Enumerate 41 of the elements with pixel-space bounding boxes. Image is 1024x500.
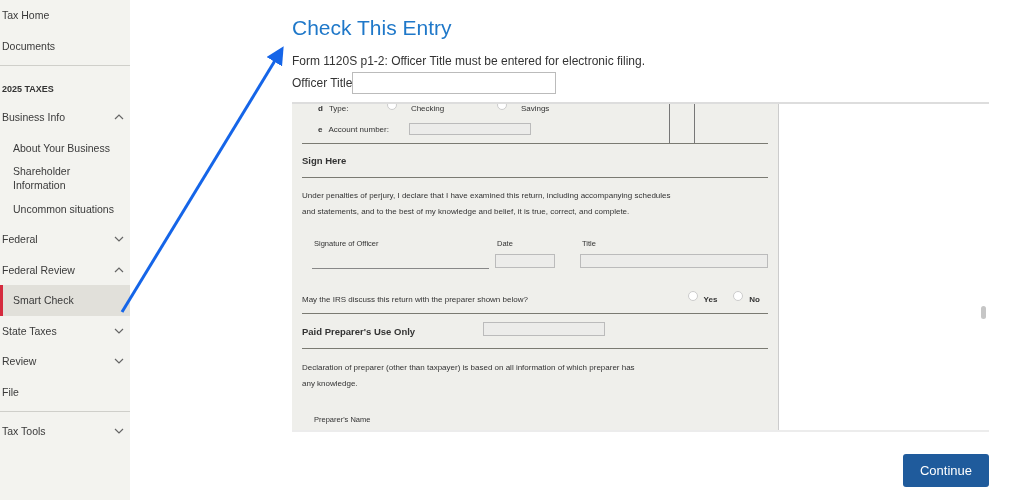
sidebar-group[interactable]: Federal — [0, 224, 130, 255]
continue-button[interactable]: Continue — [903, 454, 989, 487]
sidebar-group[interactable]: Business Info — [0, 102, 130, 133]
form-field[interactable] — [495, 254, 555, 268]
sidebar-group[interactable]: State Taxes — [0, 315, 130, 346]
sidebar-item[interactable]: Tax Home — [0, 0, 130, 31]
account-number-field[interactable] — [409, 123, 532, 135]
declaration-text: Under penalties of perjury, I declare that I have examined this return, including accompanying schedules — [302, 191, 672, 200]
scrollbar-thumb[interactable] — [981, 306, 986, 319]
line-letter: d — [318, 104, 323, 113]
form-label: Type: — [328, 104, 350, 113]
sidebar-group[interactable]: Tax Tools — [0, 416, 130, 447]
field-label: Officer Title — [292, 76, 353, 90]
question-text: May the IRS discuss this return with the preparer shown below? — [302, 294, 529, 304]
page-title: Check This Entry — [292, 16, 453, 40]
officer-title-field[interactable] — [352, 72, 557, 94]
section-heading: 2025 TAXES — [1, 83, 55, 96]
sidebar-subitem[interactable]: Uncommon situations — [0, 193, 130, 224]
sidebar-item[interactable]: File — [0, 376, 130, 407]
sidebar-subitem[interactable]: About Your Business — [0, 132, 130, 163]
radio-label: Yes — [703, 294, 718, 304]
sidebar-item[interactable]: Documents — [0, 30, 130, 61]
line-letter: e — [318, 124, 323, 134]
sidebar-subitem[interactable]: Smart Check — [0, 285, 130, 316]
declaration-text: Declaration of preparer (other than taxpayer) is based on all information of which preparer has — [302, 363, 636, 372]
error-message: Form 1120S p1-2: Officer Title must be entered for electronic filing. — [292, 54, 647, 68]
radio-label: Savings — [520, 104, 551, 113]
sidebar-group[interactable]: Federal Review — [0, 254, 130, 285]
radio-label: No — [749, 294, 760, 304]
declaration-text: and statements, and to the best of my knowledge and belief, it is true, correct, and complete. — [302, 207, 631, 216]
sidebar-subitem[interactable]: Shareholder Information — [0, 163, 130, 194]
section-heading: Sign Here — [302, 155, 347, 166]
radio-button[interactable] — [733, 291, 744, 301]
sidebar-group[interactable]: Review — [0, 346, 130, 377]
section-heading: Paid Preparer's Use Only — [302, 325, 417, 337]
form-field[interactable] — [580, 254, 768, 268]
declaration-text: any knowledge. — [302, 379, 359, 388]
radio-button[interactable] — [687, 291, 698, 301]
radio-label: Checking — [410, 104, 446, 113]
form-field[interactable] — [483, 322, 605, 336]
form-label: Account number: — [328, 124, 390, 134]
